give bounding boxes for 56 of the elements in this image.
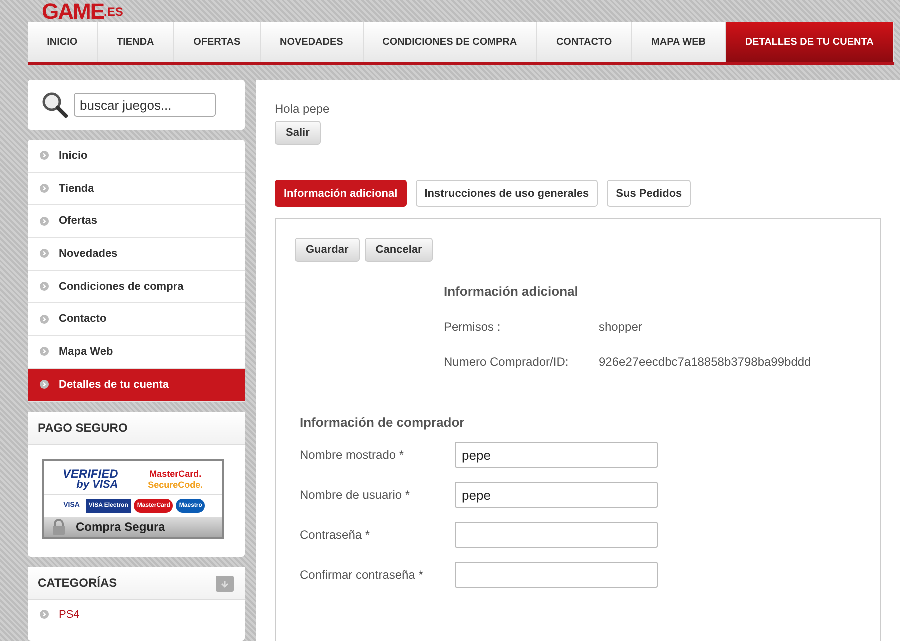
bullet-icon (40, 249, 49, 258)
greeting: Hola pepe (275, 102, 330, 116)
sidebar-item[interactable]: Inicio (28, 140, 245, 173)
tab[interactable]: Información adicional (275, 180, 407, 207)
field-label: Nombre mostrado * (300, 448, 406, 462)
tab[interactable]: Instrucciones de uso generales (416, 180, 598, 207)
field-label: Nombre de usuario * (300, 488, 412, 502)
sidebar-item[interactable]: Detalles de tu cuenta (28, 368, 245, 402)
badge-text: MasterCard. (150, 468, 202, 480)
section-title: Información adicional (444, 284, 580, 299)
nav-link[interactable]: CONTACTO (537, 22, 632, 62)
bullet-icon (40, 610, 49, 619)
badge-text: Compra Segura (76, 520, 166, 534)
info-value: shopper (599, 320, 644, 334)
logo[interactable]: GAME.ES (42, 2, 124, 22)
sidebar-item[interactable]: Tienda (28, 172, 245, 206)
nav-link[interactable]: OFERTAS (174, 22, 261, 62)
sidebar-item[interactable]: Contacto (28, 303, 245, 336)
tab[interactable]: Sus Pedidos (607, 180, 692, 207)
search-icon (42, 92, 68, 118)
cancel-button[interactable]: Cancelar (364, 238, 434, 262)
nav-link[interactable]: CONDICIONES DE COMPRA (364, 22, 538, 62)
info-label: Permisos : (444, 320, 502, 334)
sidebar-item[interactable]: Novedades (28, 238, 245, 271)
bullet-icon (40, 151, 49, 160)
nav-link[interactable]: TIENDA (98, 22, 174, 62)
save-button[interactable]: Guardar (295, 238, 360, 262)
field-label: Contraseña * (300, 528, 372, 542)
badge-text: SecureCode. (148, 480, 204, 490)
bullet-icon (40, 314, 49, 324)
card-title: PAGO SEGURO (38, 420, 128, 434)
lock-icon (52, 518, 66, 534)
sidebar-item[interactable]: Ofertas (28, 205, 245, 238)
nav-link[interactable]: DETALLES DE TU CUENTA (726, 22, 894, 62)
section-title: Información de comprador (300, 415, 466, 430)
bullet-icon (40, 282, 49, 292)
nav-link[interactable]: NOVEDADES (260, 22, 364, 62)
badge-text: by VISA (76, 480, 118, 490)
field-label: Confirmar contraseña * (300, 568, 424, 582)
nav-link[interactable]: INICIO (28, 22, 98, 62)
card-title: CATEGORÍAS (38, 576, 118, 590)
category-item[interactable]: PS4 (28, 600, 245, 630)
bullet-icon (40, 216, 49, 226)
bullet-icon (40, 380, 49, 390)
badge-text: VERIFIED (62, 468, 118, 480)
logout-button[interactable]: Salir (275, 121, 321, 145)
bullet-icon (40, 347, 49, 356)
input-field[interactable] (455, 522, 658, 548)
input-field[interactable]: pepe (455, 482, 658, 508)
bullet-icon (40, 184, 49, 194)
input-field[interactable]: pepe (455, 442, 658, 468)
input-field[interactable] (455, 562, 658, 588)
info-label: Numero Comprador/ID: (444, 355, 570, 369)
search-field[interactable]: buscar juegos... (74, 93, 216, 117)
sidebar-item[interactable]: Condiciones de compra (28, 270, 245, 304)
info-value: 926e27eecdbc7a18858b3798ba99bddd (599, 355, 812, 369)
